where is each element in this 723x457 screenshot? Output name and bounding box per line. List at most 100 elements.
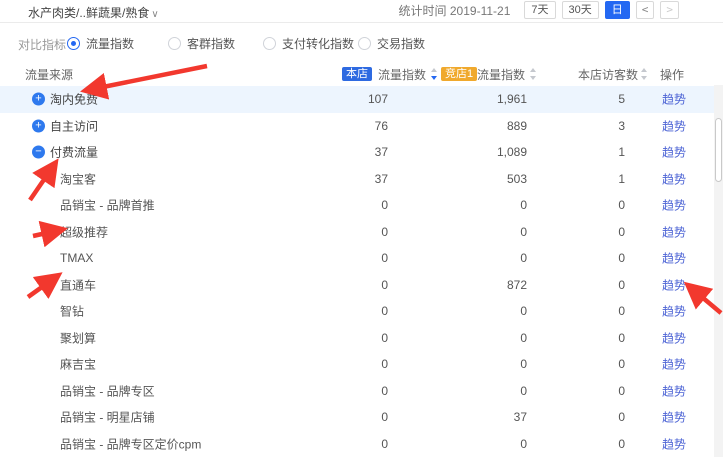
traffic-compare-page: 水产肉类/..鲜蔬果/熟食∨ 统计时间 2019-11-21 7天 30天 日 … <box>0 0 723 457</box>
range-7d-button[interactable]: 7天 <box>524 1 555 19</box>
shop-index-value: 0 <box>288 357 388 371</box>
sort-up-icon <box>431 68 437 72</box>
rival-index-value: 889 <box>427 119 527 133</box>
rival-index-value: 0 <box>427 251 527 265</box>
topbar-divider <box>0 22 723 23</box>
shop-visitors-value: 5 <box>525 92 625 106</box>
sort-up-icon <box>641 68 647 72</box>
shop-visitors-value: 0 <box>525 357 625 371</box>
col-shop-metric-label: 流量指数 <box>378 66 426 83</box>
traffic-source-label: 麻吉宝 <box>60 356 96 373</box>
trend-link[interactable]: 趋势 <box>662 252 686 266</box>
compare-metric-label: 对比指标 <box>18 36 66 53</box>
radio-conversion-index[interactable]: 支付转化指数 <box>263 35 354 52</box>
trend-link[interactable]: 趋势 <box>662 411 686 425</box>
category-breadcrumb[interactable]: 水产肉类/..鲜蔬果/熟食∨ <box>28 4 159 21</box>
radio-icon <box>168 37 181 50</box>
sort-shop-metric[interactable] <box>430 68 438 80</box>
scrollbar-thumb[interactable] <box>715 118 722 182</box>
table-row: 品销宝 - 明星店铺 0 37 0 趋势 <box>0 404 714 431</box>
rival-index-value: 503 <box>427 172 527 186</box>
shop-index-value: 0 <box>288 198 388 212</box>
trend-link[interactable]: 趋势 <box>662 358 686 372</box>
shop-index-value: 0 <box>288 437 388 451</box>
trend-link[interactable]: 趋势 <box>662 146 686 160</box>
col-source-label: 流量来源 <box>25 66 73 83</box>
rival-index-value: 1,961 <box>427 92 527 106</box>
range-30d-button[interactable]: 30天 <box>562 1 599 19</box>
shop-visitors-value: 1 <box>525 145 625 159</box>
radio-icon <box>263 37 276 50</box>
expander-icon[interactable]: + <box>32 119 45 132</box>
rival-index-value: 0 <box>427 437 527 451</box>
shop-index-value: 0 <box>288 331 388 345</box>
radio-label: 流量指数 <box>86 35 134 52</box>
shop-visitors-value: 0 <box>525 384 625 398</box>
trend-link[interactable]: 趋势 <box>662 331 686 345</box>
trend-link[interactable]: 趋势 <box>662 199 686 213</box>
shop-badge: 本店 <box>342 66 372 81</box>
table-row: 聚划算 0 0 0 趋势 <box>0 325 714 352</box>
shop-badge-label: 本店 <box>342 67 372 81</box>
shop-visitors-value: 0 <box>525 198 625 212</box>
table-row: 超级推荐 0 0 0 趋势 <box>0 219 714 246</box>
shop-visitors-value: 1 <box>525 172 625 186</box>
traffic-source-label: 聚划算 <box>60 329 96 346</box>
shop-visitors-value: 0 <box>525 225 625 239</box>
traffic-source-label: 品销宝 - 明星店铺 <box>60 409 155 426</box>
next-day-button[interactable]: > <box>660 1 679 19</box>
rival-index-value: 0 <box>427 357 527 371</box>
shop-index-value: 0 <box>288 384 388 398</box>
radio-customer-index[interactable]: 客群指数 <box>168 35 235 52</box>
radio-label: 支付转化指数 <box>282 35 354 52</box>
trend-link[interactable]: 趋势 <box>662 384 686 398</box>
shop-visitors-value: 0 <box>525 251 625 265</box>
shop-visitors-value: 0 <box>525 278 625 292</box>
trend-link[interactable]: 趋势 <box>662 278 686 292</box>
traffic-source-label: TMAX <box>60 251 93 265</box>
rival-index-value: 0 <box>427 331 527 345</box>
radio-icon <box>358 37 371 50</box>
traffic-source-label: 付费流量 <box>50 144 98 161</box>
shop-visitors-value: 0 <box>525 304 625 318</box>
trend-link[interactable]: 趋势 <box>662 172 686 186</box>
shop-index-value: 37 <box>288 145 388 159</box>
table-row: 淘宝客 37 503 1 趋势 <box>0 166 714 193</box>
table-row: + 淘内免费 107 1,961 5 趋势 <box>0 86 714 113</box>
col-rival-metric-label: 流量指数 <box>477 66 525 83</box>
top-bar: 水产肉类/..鲜蔬果/熟食∨ 统计时间 2019-11-21 7天 30天 日 … <box>0 0 723 22</box>
radio-icon <box>67 37 80 50</box>
rival-index-value: 37 <box>427 410 527 424</box>
traffic-source-label: 品销宝 - 品牌专区定价cpm <box>60 435 201 452</box>
rival-index-value: 872 <box>427 278 527 292</box>
expander-icon[interactable]: − <box>32 146 45 159</box>
sort-visitors[interactable] <box>640 68 648 80</box>
sort-down-icon <box>431 76 437 80</box>
stat-time-label: 统计时间 2019-11-21 <box>399 2 511 19</box>
category-breadcrumb-label: 水产肉类/..鲜蔬果/熟食 <box>28 6 149 20</box>
table-header: 流量来源 本店 流量指数 竞店1 流量指数 本店访客数 操作 <box>0 62 714 86</box>
trend-link[interactable]: 趋势 <box>662 305 686 319</box>
trend-link[interactable]: 趋势 <box>662 93 686 107</box>
radio-trade-index[interactable]: 交易指数 <box>358 35 425 52</box>
expander-icon[interactable]: + <box>32 93 45 106</box>
table-row: 品销宝 - 品牌专区 0 0 0 趋势 <box>0 378 714 405</box>
table-row: − 付费流量 37 1,089 1 趋势 <box>0 139 714 166</box>
table-row: 直通车 0 872 0 趋势 <box>0 272 714 299</box>
trend-link[interactable]: 趋势 <box>662 437 686 451</box>
sort-rival-metric[interactable] <box>529 68 537 80</box>
rival-index-value: 0 <box>427 225 527 239</box>
rival-index-value: 0 <box>427 198 527 212</box>
traffic-source-label: 智钻 <box>60 303 84 320</box>
prev-day-button[interactable]: < <box>636 1 655 19</box>
radio-traffic-index[interactable]: 流量指数 <box>67 35 134 52</box>
shop-index-value: 107 <box>288 92 388 106</box>
trend-link[interactable]: 趋势 <box>662 225 686 239</box>
range-day-button[interactable]: 日 <box>605 1 630 19</box>
sort-down-icon <box>530 76 536 80</box>
rival-index-value: 1,089 <box>427 145 527 159</box>
trend-link[interactable]: 趋势 <box>662 119 686 133</box>
traffic-source-label: 自主访问 <box>50 117 98 134</box>
shop-visitors-value: 0 <box>525 331 625 345</box>
compare-metric-filter: 对比指标 流量指数 客群指数 支付转化指数 交易指数 <box>0 33 723 53</box>
